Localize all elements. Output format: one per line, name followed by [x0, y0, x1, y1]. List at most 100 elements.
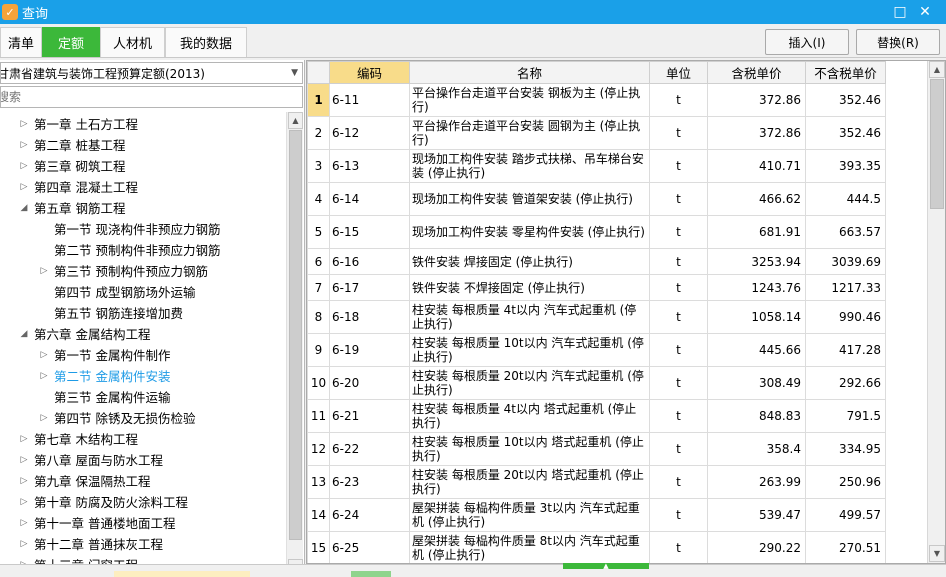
table-row[interactable]: 2 6-12 平台操作台走道平台安装 圆钢为主 (停止执行) t 372.86 352.4…	[307, 116, 886, 150]
tree-item[interactable]: ▷ 第十一章 普通楼地面工程	[0, 512, 286, 533]
cell-code: 6-16	[329, 248, 410, 275]
cell-notax-price: 352.46	[805, 83, 886, 117]
collapse-arrow-icon[interactable]: ▷	[19, 476, 29, 486]
tree-item[interactable]: ▷ 第十二章 普通抹灰工程	[0, 533, 286, 554]
cell-unit: t	[649, 149, 708, 183]
cell-unit: t	[649, 399, 708, 433]
collapse-arrow-icon[interactable]: ▷	[19, 497, 29, 507]
cell-name: 屋架拼装 每榀构件质量 8t以内 汽车式起重机 (停止执行)	[409, 531, 650, 563]
tab-quota[interactable]: 定额	[42, 27, 100, 57]
library-select[interactable]: 甘肃省建筑与装饰工程预算定额(2013) ▼	[0, 62, 303, 84]
column-header-name[interactable]: 名称	[409, 61, 650, 84]
cell-notax-price: 292.66	[805, 366, 886, 400]
search-input[interactable]	[0, 86, 303, 108]
tree-item[interactable]: ◢ 第六章 金属结构工程	[0, 323, 286, 344]
tree-item[interactable]: ▷ 第一节 金属构件制作	[0, 344, 286, 365]
tree-item[interactable]: ▷ 第四章 混凝土工程	[0, 176, 286, 197]
scroll-up-icon[interactable]: ▲	[288, 112, 303, 129]
cell-name: 铁件安装 不焊接固定 (停止执行)	[409, 274, 650, 301]
table-row[interactable]: 10 6-20 柱安装 每根质量 20t以内 汽车式起重机 (停止执行) t 308.4…	[307, 366, 886, 400]
collapse-arrow-icon[interactable]: ▷	[19, 434, 29, 444]
grid-scrollbar[interactable]: ▲ ▼	[927, 61, 945, 563]
tree-item[interactable]: 第四节 成型钢筋场外运输	[0, 281, 286, 302]
cell-code: 6-21	[329, 399, 410, 433]
tree-item[interactable]: ▷ 第九章 保温隔热工程	[0, 470, 286, 491]
table-row[interactable]: 7 6-17 铁件安装 不焊接固定 (停止执行) t 1243.76 1217.33	[307, 274, 886, 301]
column-header-tax-price[interactable]: 含税单价	[707, 61, 806, 84]
tree-item[interactable]: ▷ 第一章 土石方工程	[0, 113, 286, 134]
collapse-arrow-icon[interactable]: ▷	[19, 119, 29, 129]
tree-item[interactable]: ▷ 第十章 防腐及防火涂料工程	[0, 491, 286, 512]
collapse-arrow-icon[interactable]: ▷	[19, 140, 29, 150]
table-row[interactable]: 13 6-23 柱安装 每根质量 20t以内 塔式起重机 (停止执行) t 263.99…	[307, 465, 886, 499]
tree-item[interactable]: ▷ 第八章 屋面与防水工程	[0, 449, 286, 470]
table-row[interactable]: 9 6-19 柱安装 每根质量 10t以内 汽车式起重机 (停止执行) t 445.66…	[307, 333, 886, 367]
cell-tax-price: 410.71	[707, 149, 806, 183]
column-header-index	[307, 61, 330, 84]
collapse-arrow-icon[interactable]: ▷	[19, 455, 29, 465]
scroll-thumb[interactable]	[289, 130, 302, 540]
tab-bill[interactable]: 清单	[0, 27, 42, 57]
table-row[interactable]: 11 6-21 柱安装 每根质量 4t以内 塔式起重机 (停止执行) t 848.83 7…	[307, 399, 886, 433]
collapse-arrow-icon[interactable]: ▷	[19, 161, 29, 171]
row-index: 1	[307, 83, 330, 117]
table-row[interactable]: 4 6-14 现场加工构件安装 管道架安装 (停止执行) t 466.62 444.5	[307, 182, 886, 216]
expand-arrow-icon[interactable]: ◢	[19, 203, 29, 213]
table-row[interactable]: 5 6-15 现场加工构件安装 零星构件安装 (停止执行) t 681.91 663.57	[307, 215, 886, 249]
tree-item[interactable]: ▷ 第二章 桩基工程	[0, 134, 286, 155]
cell-name: 现场加工构件安装 管道架安装 (停止执行)	[409, 182, 650, 216]
close-button[interactable]: ✕	[912, 0, 938, 24]
scroll-up-icon[interactable]: ▲	[929, 61, 945, 78]
chevron-down-icon[interactable]: ▼	[291, 68, 298, 78]
cell-code: 6-13	[329, 149, 410, 183]
tree-item-label: 第二章 桩基工程	[34, 138, 126, 153]
table-row[interactable]: 12 6-22 柱安装 每根质量 10t以内 塔式起重机 (停止执行) t 358.4 3…	[307, 432, 886, 466]
scroll-thumb[interactable]	[930, 79, 944, 209]
table-row[interactable]: 14 6-24 屋架拼装 每榀构件质量 3t以内 汽车式起重机 (停止执行) t 539…	[307, 498, 886, 532]
tree-item[interactable]: ◢ 第五章 钢筋工程	[0, 197, 286, 218]
quota-grid: 编码 名称 单位 含税单价 不含税单价 1 6-11 平台操作台走道平台安装 钢板为…	[306, 60, 946, 564]
tree-item[interactable]: ▷ 第三节 预制构件预应力钢筋	[0, 260, 286, 281]
tab-labor-material-machine[interactable]: 人材机	[100, 27, 165, 57]
cell-tax-price: 445.66	[707, 333, 806, 367]
collapse-arrow-icon[interactable]: ▷	[19, 518, 29, 528]
collapse-arrow-icon[interactable]: ▷	[39, 371, 49, 381]
cell-notax-price: 393.35	[805, 149, 886, 183]
cell-code: 6-20	[329, 366, 410, 400]
bottom-tab[interactable]	[114, 571, 250, 577]
table-row[interactable]: 8 6-18 柱安装 每根质量 4t以内 汽车式起重机 (停止执行) t 1058.14…	[307, 300, 886, 334]
table-row[interactable]: 15 6-25 屋架拼装 每榀构件质量 8t以内 汽车式起重机 (停止执行) t 290…	[307, 531, 886, 563]
tree-item[interactable]: ▷ 第三章 砌筑工程	[0, 155, 286, 176]
cell-code: 6-22	[329, 432, 410, 466]
table-row[interactable]: 1 6-11 平台操作台走道平台安装 钢板为主 (停止执行) t 372.86 352.4…	[307, 83, 886, 117]
collapse-arrow-icon[interactable]: ▷	[39, 350, 49, 360]
tree-item[interactable]: ▷ 第二节 金属构件安装	[0, 365, 286, 386]
collapse-arrow-icon[interactable]: ▷	[39, 266, 49, 276]
collapse-arrow-icon[interactable]: ▷	[39, 413, 49, 423]
table-row[interactable]: 3 6-13 现场加工构件安装 踏步式扶梯、吊车梯台安装 (停止执行) t 410.71…	[307, 149, 886, 183]
tree-item-label: 第一节 现浇构件非预应力钢筋	[54, 222, 221, 237]
table-row[interactable]: 6 6-16 铁件安装 焊接固定 (停止执行) t 3253.94 3039.69	[307, 248, 886, 275]
column-header-notax-price[interactable]: 不含税单价	[805, 61, 886, 84]
replace-button[interactable]: 替换(R)	[856, 29, 940, 55]
tree-item[interactable]: 第二节 预制构件非预应力钢筋	[0, 239, 286, 260]
row-index: 5	[307, 215, 330, 249]
tree-item[interactable]: 第五节 钢筋连接增加费	[0, 302, 286, 323]
restore-button[interactable]: □	[887, 0, 913, 24]
bottom-tab[interactable]	[351, 571, 391, 577]
tree-item[interactable]: ▷ 第七章 木结构工程	[0, 428, 286, 449]
insert-button[interactable]: 插入(I)	[765, 29, 849, 55]
tab-my-data[interactable]: 我的数据	[165, 27, 247, 57]
column-header-code[interactable]: 编码	[329, 61, 410, 84]
splitter-handle[interactable]: ▲	[563, 563, 649, 570]
column-header-unit[interactable]: 单位	[649, 61, 708, 84]
expand-arrow-icon[interactable]: ◢	[19, 329, 29, 339]
collapse-arrow-icon[interactable]: ▷	[19, 539, 29, 549]
tree-item[interactable]: 第一节 现浇构件非预应力钢筋	[0, 218, 286, 239]
collapse-arrow-icon[interactable]: ▷	[19, 182, 29, 192]
tree-item[interactable]: ▷ 第四节 除锈及无损伤检验	[0, 407, 286, 428]
tree-scrollbar[interactable]: ▲ ▼	[286, 112, 303, 577]
tree-item[interactable]: 第三节 金属构件运输	[0, 386, 286, 407]
tree-item-label: 第十章 防腐及防火涂料工程	[34, 495, 188, 510]
scroll-down-icon[interactable]: ▼	[929, 545, 945, 562]
